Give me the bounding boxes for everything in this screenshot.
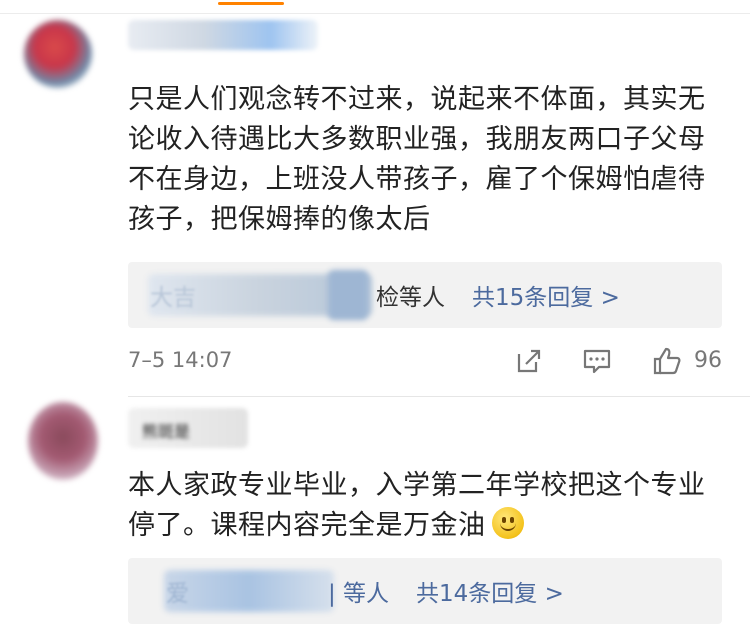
reply-names: 检等人	[376, 285, 445, 311]
smiley-emoji	[491, 507, 524, 539]
reply-count-link[interactable]: 共15条回复 >	[472, 285, 620, 311]
username-fragment: 熊斑是	[142, 422, 191, 441]
active-tab-indicator	[218, 2, 284, 5]
comment-meta: 7–5 14:07 96	[128, 346, 722, 378]
timestamp: 7–5 14:07	[128, 348, 233, 372]
like-count: 96	[694, 348, 722, 373]
top-tab-bar	[0, 0, 750, 14]
reply-names-prefix: 爱	[166, 581, 189, 607]
username-blurred[interactable]	[128, 20, 318, 50]
comment-icon[interactable]	[582, 346, 612, 376]
share-icon[interactable]	[514, 346, 544, 376]
avatar[interactable]	[24, 20, 92, 88]
reply-names-blurred	[328, 270, 368, 320]
thumbs-up-icon[interactable]	[652, 346, 682, 376]
avatar[interactable]	[28, 402, 98, 480]
comment-body: 本人家政专业毕业，入学第二年学校把这个专业停了。课程内容完全是万金油	[128, 470, 706, 541]
reply-summary[interactable]: 爱 | 等人 共14条回复 >	[128, 558, 722, 624]
reply-names-blurred	[164, 570, 334, 612]
divider	[128, 396, 750, 397]
reply-count-link[interactable]: 共14条回复 >	[416, 581, 564, 607]
comment-body: 只是人们观念转不过来，说起来不体面，其实无论收入待遇比大多数职业强，我朋友两口子…	[128, 84, 706, 235]
reply-names: | 等人	[328, 581, 390, 607]
reply-names-prefix: 大吉	[150, 285, 196, 311]
reply-summary[interactable]: 大吉 检等人 共15条回复 >	[128, 262, 722, 328]
